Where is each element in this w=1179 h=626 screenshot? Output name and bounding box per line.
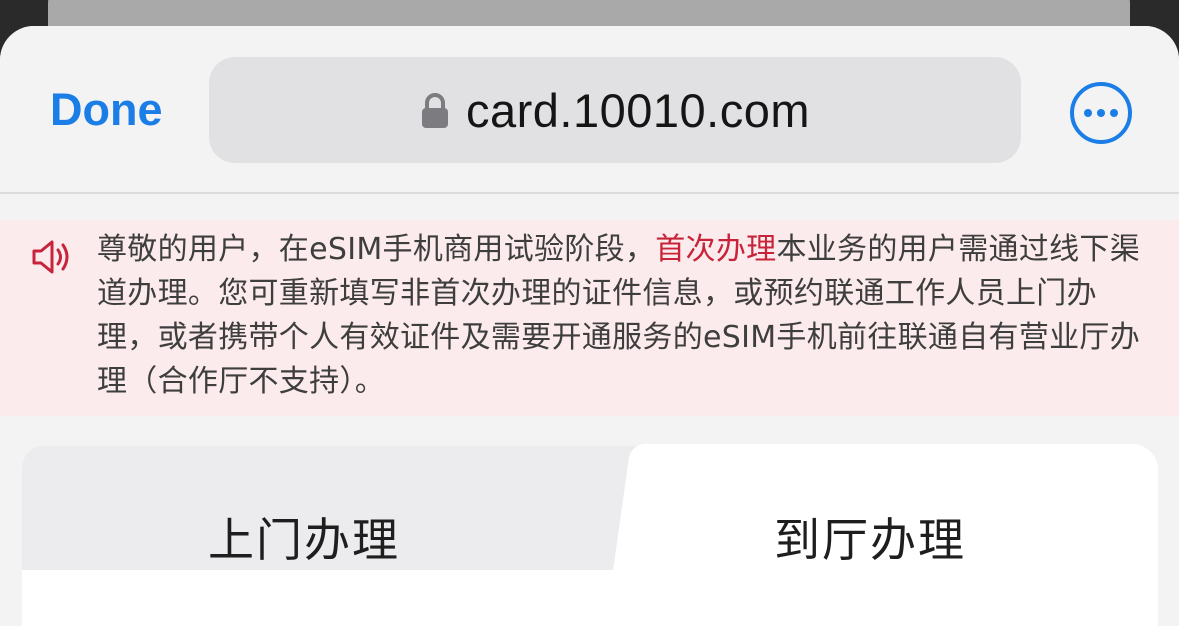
notice-text-start: 尊敬的用户，在eSIM手机商用试验阶段， [97,232,656,267]
done-button[interactable]: Done [50,82,163,138]
tab-content-panel [22,570,1158,626]
notice-banner: 尊敬的用户，在eSIM手机商用试验阶段，首次办理本业务的用户需通过线下渠道办理。… [0,220,1179,416]
ellipsis-circle-icon[interactable] [1069,81,1133,145]
tab-label: 到厅办理 [774,513,966,567]
browser-toolbar: Done card.10010.com [0,26,1179,194]
lock-icon [421,93,448,128]
browser-sheet: Done card.10010.com 尊敬的用户，在eSIM手机商用试验阶段，… [0,26,1179,626]
notice-text: 尊敬的用户，在eSIM手机商用试验阶段，首次办理本业务的用户需通过线下渠道办理。… [97,228,1147,404]
tabs-area: 上门办理 到厅办理 [0,416,1179,626]
speaker-icon [32,240,69,274]
tab-label: 上门办理 [208,513,400,567]
address-bar[interactable]: card.10010.com [209,57,1021,163]
notice-highlight: 首次办理 [655,232,777,267]
tab-home-service[interactable]: 上门办理 [22,446,658,570]
url-text: card.10010.com [465,83,811,137]
